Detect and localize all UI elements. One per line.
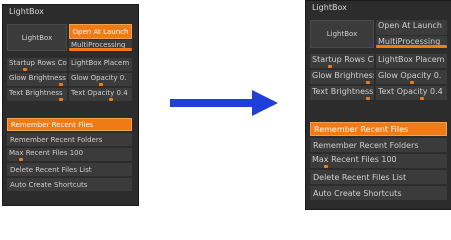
slider-knob[interactable] (23, 68, 27, 71)
multiprocessing-indicator (376, 45, 447, 48)
lightbox-button[interactable]: LightBox (310, 20, 374, 48)
panel-title: LightBox (9, 7, 44, 16)
multiprocessing-toggle[interactable]: MultiProcessing (69, 40, 132, 51)
slider-knob[interactable] (324, 165, 328, 168)
startup-rows-slider[interactable]: Startup Rows Co (7, 58, 67, 71)
slider-knob[interactable] (59, 83, 63, 86)
slider-knob[interactable] (19, 158, 23, 161)
text-brightness-slider[interactable]: Text Brightness (7, 88, 67, 101)
slider-knob[interactable] (99, 83, 103, 86)
startup-rows-slider[interactable]: Startup Rows Co (310, 54, 374, 68)
remember-recent-files-toggle[interactable]: Remember Recent Files (310, 122, 447, 136)
slider-knob[interactable] (420, 97, 424, 100)
max-recent-files-slider[interactable]: Max Recent Files 100 (310, 154, 447, 168)
remember-recent-folders-toggle[interactable]: Remember Recent Folders (7, 133, 132, 146)
lightbox-placement-slider[interactable]: LightBox Placem (69, 58, 132, 71)
delete-recent-files-list-button[interactable]: Delete Recent Files List (310, 170, 447, 184)
slider-knob[interactable] (328, 65, 332, 68)
slider-knob[interactable] (109, 98, 113, 101)
slider-knob[interactable] (366, 97, 370, 100)
text-brightness-slider[interactable]: Text Brightness (310, 86, 374, 100)
text-opacity-slider[interactable]: Text Opacity 0.4 (69, 88, 132, 101)
glow-brightness-slider[interactable]: Glow Brightness (7, 73, 67, 86)
slider-knob[interactable] (410, 81, 414, 84)
panel-title: LightBox (312, 3, 347, 12)
glow-brightness-slider[interactable]: Glow Brightness (310, 70, 374, 84)
glow-opacity-slider[interactable]: Glow Opacity 0. (69, 73, 132, 86)
slider-knob[interactable] (366, 81, 370, 84)
arrow-right-icon (170, 90, 278, 116)
text-opacity-slider[interactable]: Text Opacity 0.4 (376, 86, 447, 100)
remember-recent-folders-toggle[interactable]: Remember Recent Folders (310, 138, 447, 152)
slider-knob[interactable] (59, 98, 63, 101)
auto-create-shortcuts-toggle[interactable]: Auto Create Shortcuts (310, 186, 447, 200)
open-at-launch-button[interactable]: Open At Launch (69, 24, 132, 39)
open-at-launch-button[interactable]: Open At Launch (376, 20, 447, 35)
lightbox-panel-after: LightBox LightBox Open At Launch MultiPr… (305, 0, 451, 210)
max-recent-files-slider[interactable]: Max Recent Files 100 (7, 148, 132, 161)
remember-recent-files-toggle[interactable]: Remember Recent Files (7, 118, 132, 131)
lightbox-panel-before: LightBox LightBox Open At Launch MultiPr… (2, 4, 139, 206)
lightbox-button[interactable]: LightBox (7, 24, 67, 51)
auto-create-shortcuts-toggle[interactable]: Auto Create Shortcuts (7, 178, 132, 191)
multiprocessing-toggle[interactable]: MultiProcessing (376, 36, 447, 48)
multiprocessing-indicator (69, 48, 132, 51)
glow-opacity-slider[interactable]: Glow Opacity 0. (376, 70, 447, 84)
delete-recent-files-list-button[interactable]: Delete Recent Files List (7, 163, 132, 176)
lightbox-placement-slider[interactable]: LightBox Placem (376, 54, 447, 68)
